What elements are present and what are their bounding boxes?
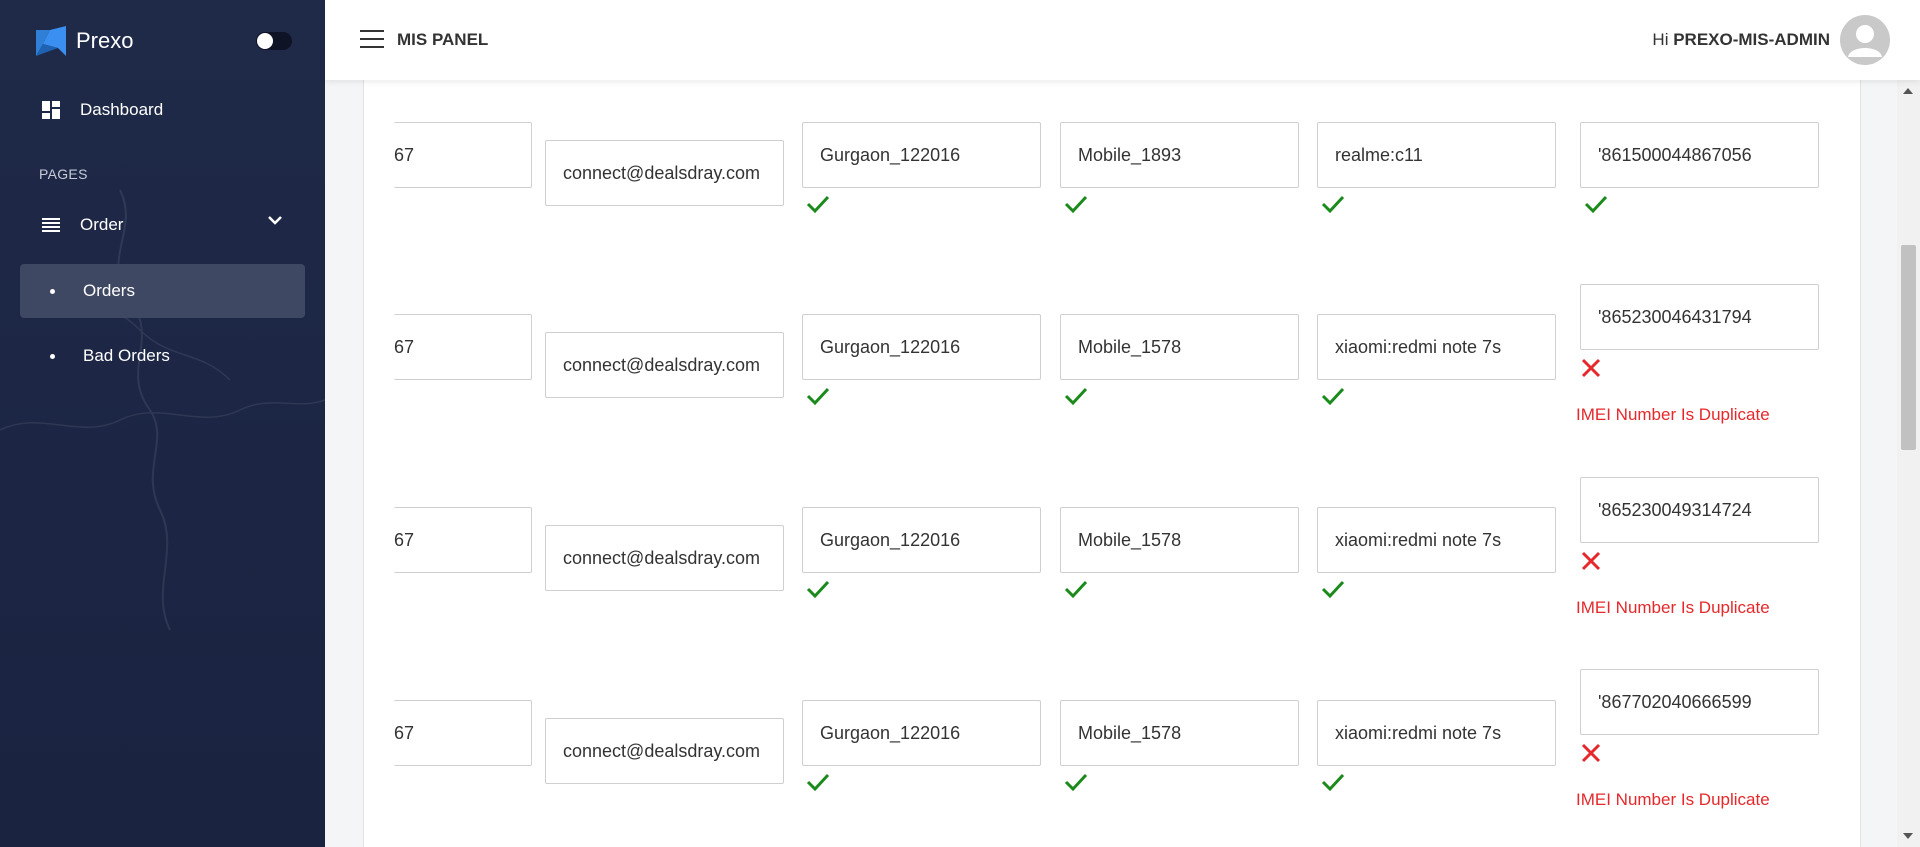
email-field[interactable]: connect@dealsdray.com (545, 718, 784, 784)
valid-check-icon (1064, 194, 1088, 214)
model-field[interactable]: Mobile_1578 (1060, 700, 1299, 766)
toggle-knob (257, 33, 273, 49)
imei-error-message: IMEI Number Is Duplicate (1576, 405, 1770, 424)
imei-error-message: IMEI Number Is Duplicate (1576, 790, 1770, 809)
location-field[interactable]: Gurgaon_122016 (802, 507, 1041, 573)
user-greeting: Hi PREXO-MIS-ADMIN (1652, 30, 1830, 50)
brand-name: Prexo (76, 28, 134, 53)
location-field[interactable]: Gurgaon_122016 (802, 700, 1041, 766)
top-header: MIS PANEL Hi PREXO-MIS-ADMIN (325, 0, 1920, 80)
invalid-x-icon (1580, 550, 1602, 572)
scroll-down-arrow-icon[interactable] (1903, 833, 1913, 839)
brand-field[interactable]: xiaomi:redmi note 7s (1317, 700, 1556, 766)
dashboard-icon (40, 99, 62, 121)
scroll-up-arrow-icon[interactable] (1903, 88, 1913, 94)
sidebar-item-label: Bad Orders (83, 346, 170, 365)
user-icon (1848, 25, 1882, 57)
avatar[interactable] (1840, 15, 1890, 65)
sidebar-item-label: Order (80, 215, 124, 234)
valid-check-icon (806, 386, 830, 406)
valid-check-icon (1321, 386, 1345, 406)
valid-check-icon (1064, 386, 1088, 406)
model-field[interactable]: Mobile_1893 (1060, 122, 1299, 188)
partial-field[interactable]: 67 (394, 314, 532, 380)
email-field[interactable]: connect@dealsdray.com (545, 140, 784, 206)
bullet-icon (50, 288, 55, 294)
imei-error-message: IMEI Number Is Duplicate (1576, 598, 1770, 617)
sidebar-item-label: Orders (83, 281, 135, 300)
valid-check-icon (1064, 579, 1088, 599)
invalid-x-icon (1580, 742, 1602, 764)
valid-check-icon (1321, 579, 1345, 599)
theme-toggle[interactable] (256, 32, 292, 50)
imei-field[interactable]: '865230049314724 (1580, 477, 1819, 543)
brand[interactable]: Prexo (36, 26, 133, 56)
model-field[interactable]: Mobile_1578 (1060, 507, 1299, 573)
email-field[interactable]: connect@dealsdray.com (545, 525, 784, 591)
location-field[interactable]: Gurgaon_122016 (802, 314, 1041, 380)
scroll-thumb[interactable] (1901, 245, 1916, 450)
brand-field[interactable]: realme:c11 (1317, 122, 1556, 188)
location-field[interactable]: Gurgaon_122016 (802, 122, 1041, 188)
partial-field[interactable]: 67 (394, 700, 532, 766)
sidebar-item-order[interactable]: Order (20, 198, 305, 252)
brand-field[interactable]: xiaomi:redmi note 7s (1317, 314, 1556, 380)
sidebar-item-label: Dashboard (80, 100, 164, 119)
user-name: PREXO-MIS-ADMIN (1673, 30, 1830, 49)
valid-check-icon (1321, 194, 1345, 214)
valid-check-icon (806, 579, 830, 599)
brand-field[interactable]: xiaomi:redmi note 7s (1317, 507, 1556, 573)
list-icon (40, 214, 62, 236)
valid-check-icon (1321, 772, 1345, 792)
email-field[interactable]: connect@dealsdray.com (545, 332, 784, 398)
valid-check-icon (1584, 194, 1608, 214)
valid-check-icon (1064, 772, 1088, 792)
greeting-prefix: Hi (1652, 30, 1669, 49)
sidebar-item-orders[interactable]: Orders (20, 264, 305, 318)
hamburger-menu-icon[interactable] (360, 30, 384, 48)
bullet-icon (50, 353, 55, 359)
imei-field[interactable]: '867702040666599 (1580, 669, 1819, 735)
orders-form-card: 67 connect@dealsdray.com Gurgaon_122016 Mob… (363, 80, 1861, 847)
invalid-x-icon (1580, 357, 1602, 379)
page-title: MIS PANEL (397, 30, 489, 49)
sidebar-item-dashboard[interactable]: Dashboard (20, 83, 305, 137)
sidebar: Prexo Dashboard PAGES Order Orders Bad O… (0, 0, 325, 847)
model-field[interactable]: Mobile_1578 (1060, 314, 1299, 380)
imei-field[interactable]: '865230046431794 (1580, 284, 1819, 350)
chevron-down-icon[interactable] (267, 215, 283, 225)
valid-check-icon (806, 772, 830, 792)
partial-field[interactable]: 67 (394, 507, 532, 573)
partial-field[interactable]: 67 (394, 122, 532, 188)
prexo-logo-icon (36, 26, 66, 56)
section-label-pages: PAGES (39, 166, 88, 182)
sidebar-item-bad-orders[interactable]: Bad Orders (20, 329, 305, 383)
valid-check-icon (806, 194, 830, 214)
imei-field[interactable]: '861500044867056 (1580, 122, 1819, 188)
page-scrollbar[interactable] (1897, 80, 1920, 847)
